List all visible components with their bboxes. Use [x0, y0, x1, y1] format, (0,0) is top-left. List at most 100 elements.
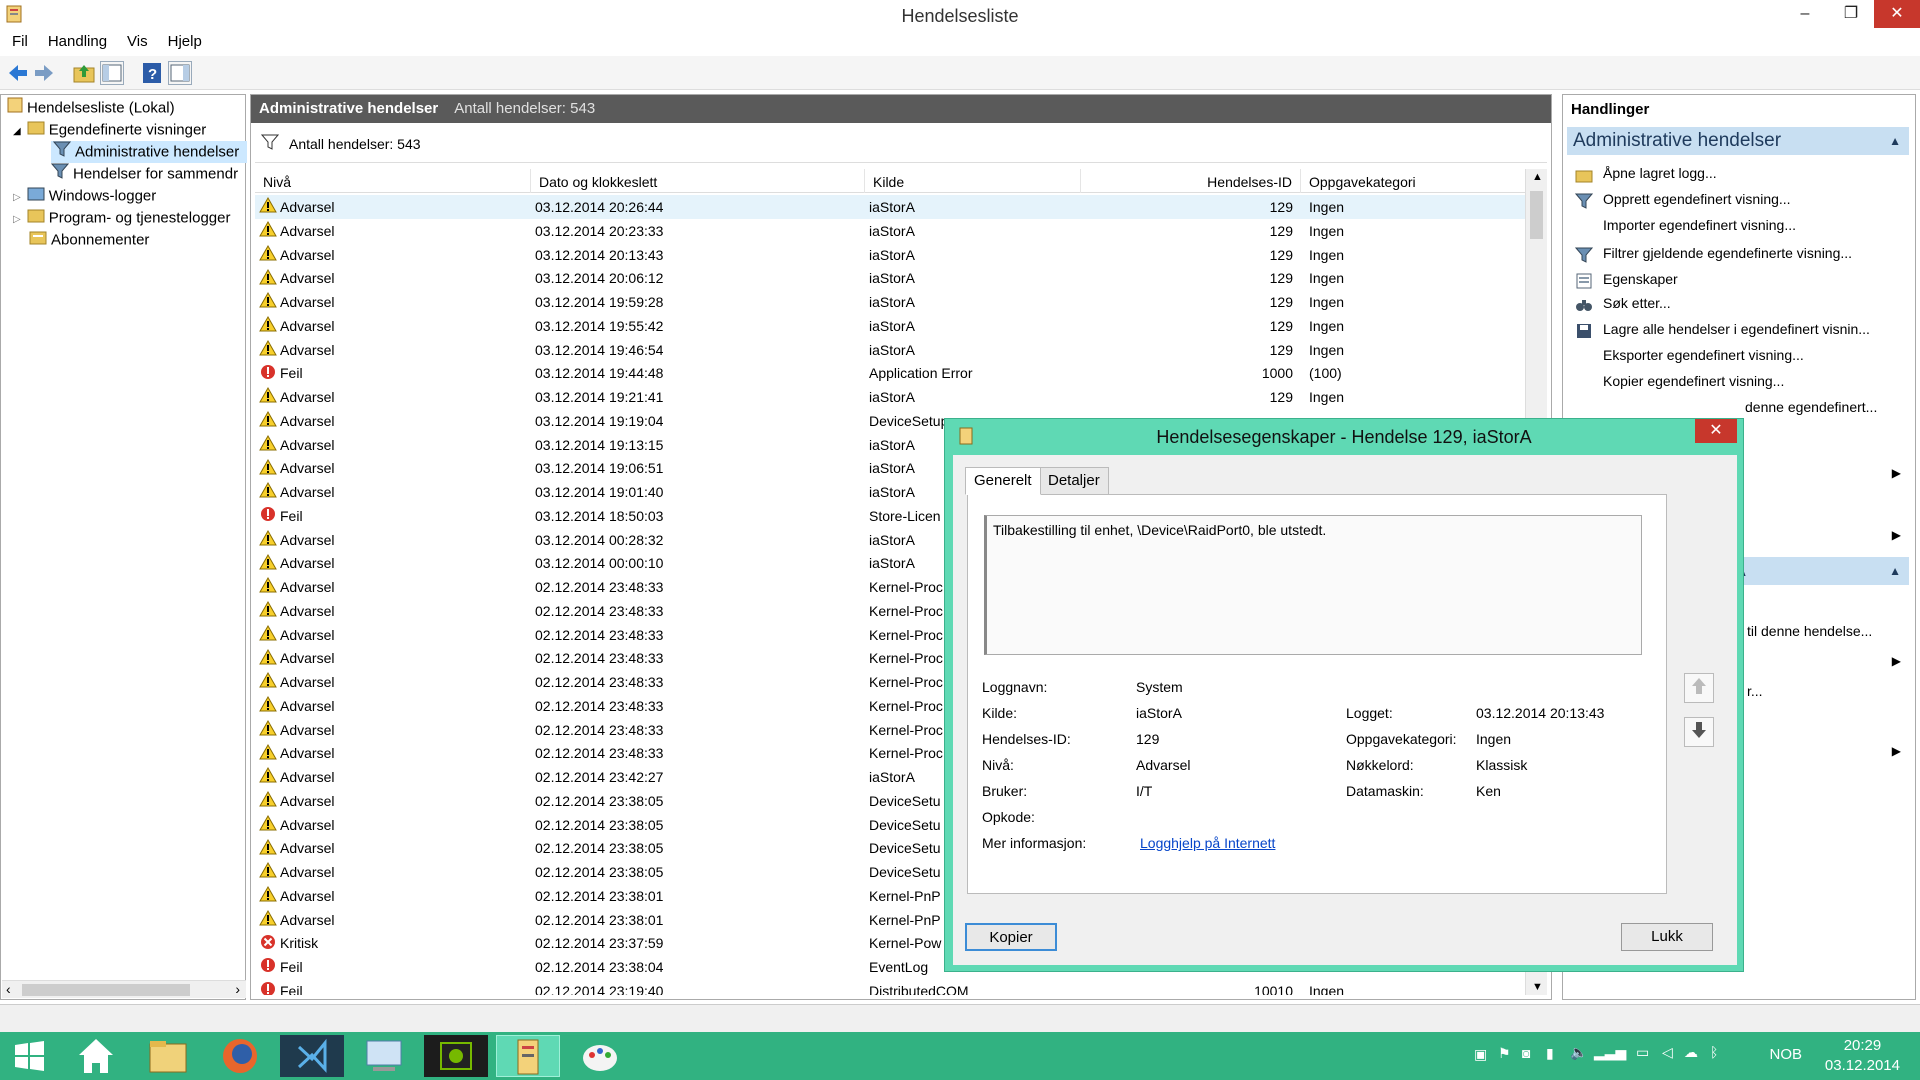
tree-horizontal-scrollbar[interactable]: ‹ ›: [2, 980, 246, 998]
scroll-right-icon[interactable]: ›: [235, 981, 240, 997]
up-folder-icon[interactable]: [72, 61, 96, 85]
action-item[interactable]: Importer egendefinert visning...: [1567, 211, 1909, 239]
subscriptions-icon: [29, 229, 47, 252]
column-header-event-id[interactable]: Hendelses-ID: [1081, 169, 1301, 193]
home-icon[interactable]: [64, 1035, 128, 1077]
firefox-icon[interactable]: [208, 1035, 272, 1077]
event-log-online-help-link[interactable]: Logghjelp på Internett: [1140, 835, 1275, 851]
table-row[interactable]: Advarsel 03.12.2014 19:59:28 iaStorA 129 Ing…: [255, 290, 1527, 314]
action-item[interactable]: denne egendefinert...: [1567, 393, 1909, 421]
show-hide-tree-icon[interactable]: [100, 61, 124, 85]
tab-general[interactable]: Generelt: [965, 467, 1041, 495]
show-hide-action-pane-icon[interactable]: [168, 61, 192, 85]
action-item[interactable]: Lagre alle hendelser i egendefinert visn…: [1567, 315, 1909, 343]
action-item[interactable]: Filtrer gjeldende egendefinerte visning.…: [1567, 239, 1909, 267]
copy-button[interactable]: Kopier: [965, 923, 1057, 951]
action-item[interactable]: Kopier egendefinert visning...: [1567, 367, 1909, 395]
action-item[interactable]: Åpne lagret logg...: [1567, 159, 1909, 187]
table-row[interactable]: Feil 03.12.2014 19:44:48 Application Error…: [255, 361, 1527, 385]
camera-icon[interactable]: ◙: [1522, 1045, 1530, 1061]
power-icon[interactable]: ▮: [1546, 1045, 1554, 1062]
warning-icon: [259, 434, 277, 458]
clock[interactable]: 20:29 03.12.2014: [1825, 1036, 1900, 1076]
tray-app-icon[interactable]: ▣: [1474, 1046, 1487, 1063]
tree-node-windows-logs[interactable]: ▷ Windows-logger: [13, 185, 156, 207]
table-row[interactable]: Advarsel 03.12.2014 20:23:33 iaStorA 129 Ing…: [255, 219, 1527, 243]
column-header-source[interactable]: Kilde: [865, 169, 1081, 193]
tree-node-subscriptions[interactable]: Abonnementer: [29, 229, 149, 251]
close-window-button[interactable]: ✕: [1874, 0, 1920, 28]
tree-node-summary-events[interactable]: Hendelser for sammendr: [50, 163, 238, 185]
table-row[interactable]: Advarsel 03.12.2014 19:55:42 iaStorA 129 Ing…: [255, 314, 1527, 338]
tree-node-root[interactable]: Hendelsesliste (Lokal): [7, 97, 175, 119]
help-icon[interactable]: ?: [140, 61, 164, 85]
warning-icon: [259, 315, 277, 339]
scroll-down-icon[interactable]: ▼: [1532, 981, 1543, 993]
collapse-triangle-icon[interactable]: ▲: [1889, 557, 1901, 585]
collapsed-triangle-icon[interactable]: ▷: [13, 214, 21, 225]
start-button[interactable]: [2, 1035, 56, 1077]
event-viewer-taskbar-icon[interactable]: [496, 1035, 560, 1077]
collapse-triangle-icon[interactable]: ▲: [1889, 127, 1901, 155]
action-item[interactable]: Opprett egendefinert visning...: [1567, 185, 1909, 213]
column-header-date[interactable]: Dato og klokkeslett: [531, 169, 865, 193]
cell-task-category: Ingen: [1309, 222, 1345, 239]
volume-icon[interactable]: 🔈: [1570, 1044, 1587, 1061]
action-item[interactable]: Eksporter egendefinert visning...: [1567, 341, 1909, 369]
expanded-triangle-icon[interactable]: ◢: [13, 126, 21, 137]
monitor-icon[interactable]: ▭: [1636, 1044, 1649, 1061]
table-row[interactable]: Advarsel 03.12.2014 20:06:12 iaStorA 129 Ing…: [255, 266, 1527, 290]
actions-section-admin-events[interactable]: Administrative hendelser ▲: [1567, 127, 1909, 155]
cloud-icon[interactable]: ☁: [1684, 1044, 1698, 1061]
dialog-close-button[interactable]: ✕: [1695, 419, 1737, 443]
table-row[interactable]: Advarsel 03.12.2014 20:26:44 iaStorA 129 Ing…: [255, 195, 1527, 219]
table-row[interactable]: Feil 02.12.2014 23:19:40 DistributedCOM 100…: [255, 979, 1527, 995]
column-header-level[interactable]: Nivå: [255, 169, 531, 193]
submenu-arrow-icon[interactable]: ▶: [1892, 647, 1901, 675]
input-language[interactable]: NOB: [1769, 1046, 1802, 1063]
back-arrow-icon[interactable]: [6, 61, 30, 85]
scroll-up-icon[interactable]: ▲: [1532, 171, 1543, 183]
submenu-arrow-icon[interactable]: ▶: [1892, 521, 1901, 549]
previous-event-button[interactable]: [1684, 673, 1714, 703]
bluetooth-icon[interactable]: ᛒ: [1710, 1044, 1718, 1060]
menu-action[interactable]: Handling: [36, 30, 115, 50]
tree-node-custom-views[interactable]: ◢ Egendefinerte visninger: [13, 119, 206, 141]
scroll-thumb[interactable]: [1530, 191, 1543, 239]
table-row[interactable]: Advarsel 03.12.2014 20:13:43 iaStorA 129 Ing…: [255, 243, 1527, 267]
tree-node-admin-events[interactable]: Administrative hendelser: [51, 141, 247, 163]
paint-icon[interactable]: [568, 1035, 632, 1077]
tab-details[interactable]: Detaljer: [1039, 467, 1109, 495]
submenu-arrow-icon[interactable]: ▶: [1892, 737, 1901, 765]
cell-level: Advarsel: [259, 219, 531, 244]
event-id-value: 129: [1136, 731, 1160, 747]
submenu-arrow-icon[interactable]: ▶: [1892, 459, 1901, 487]
file-explorer-icon[interactable]: [136, 1035, 200, 1077]
menu-view[interactable]: Vis: [115, 30, 156, 50]
action-center-flag-icon[interactable]: ⚑: [1498, 1045, 1511, 1062]
network-signal-icon[interactable]: ▂▃▅: [1594, 1044, 1626, 1061]
visual-studio-icon[interactable]: [280, 1035, 344, 1077]
table-row[interactable]: Advarsel 03.12.2014 19:21:41 iaStorA 129 Ing…: [255, 385, 1527, 409]
restore-button[interactable]: ❐: [1828, 0, 1874, 28]
status-bar: [0, 1004, 1920, 1032]
event-description[interactable]: Tilbakestilling til enhet, \Device\RaidP…: [984, 515, 1642, 655]
scroll-left-icon[interactable]: ‹: [6, 981, 11, 997]
next-event-button[interactable]: [1684, 717, 1714, 747]
cell-level: Advarsel: [259, 599, 531, 624]
forward-arrow-icon[interactable]: [32, 61, 56, 85]
nvidia-icon[interactable]: [424, 1035, 488, 1077]
speaker-icon[interactable]: ◁: [1662, 1044, 1673, 1061]
tree-node-app-logs[interactable]: ▷ Program- og tjenestelogger: [13, 207, 230, 229]
collapsed-triangle-icon[interactable]: ▷: [13, 192, 21, 203]
control-panel-icon[interactable]: [352, 1035, 416, 1077]
menu-help[interactable]: Hjelp: [156, 30, 210, 50]
table-row[interactable]: Advarsel 03.12.2014 19:46:54 iaStorA 129 Ing…: [255, 338, 1527, 362]
column-header-task-category[interactable]: Oppgavekategori: [1301, 169, 1527, 193]
close-dialog-button[interactable]: Lukk: [1621, 923, 1713, 951]
level-text: Advarsel: [280, 887, 335, 904]
minimize-button[interactable]: –: [1782, 0, 1828, 28]
action-item[interactable]: Søk etter...: [1567, 289, 1909, 317]
menu-file[interactable]: Fil: [0, 30, 36, 50]
scroll-thumb[interactable]: [22, 984, 190, 996]
